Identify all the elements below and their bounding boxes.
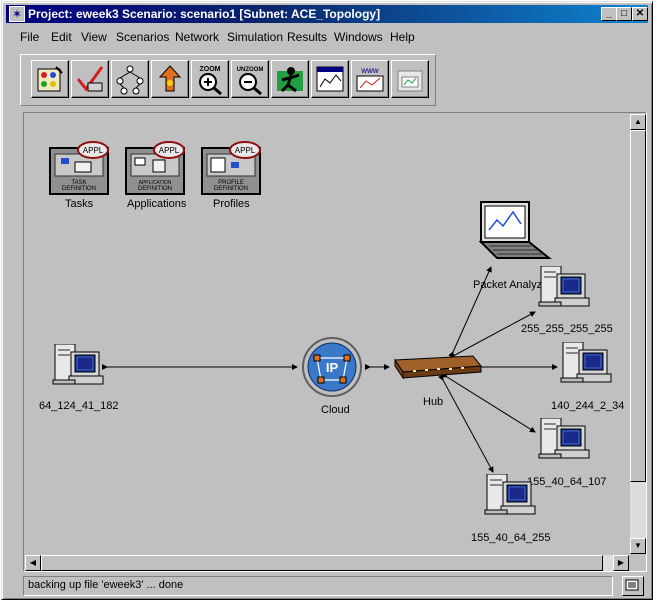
run-simulation-icon <box>277 67 303 93</box>
tasks-label: Tasks <box>65 198 94 210</box>
profile-badge: APPL <box>235 146 256 155</box>
application-caption2: DEFINITION <box>138 186 172 192</box>
ip-cloud-node[interactable]: IP <box>299 336 365 401</box>
packet-analyzer-node[interactable] <box>473 200 553 265</box>
return-parent-button[interactable] <box>151 60 189 98</box>
unzoom-button[interactable]: UNZOOM <box>231 60 269 98</box>
host-label: 155_40_64_255 <box>471 532 551 544</box>
menu-scenarios[interactable]: Scenarios <box>116 30 169 44</box>
menu-edit[interactable]: Edit <box>51 30 72 44</box>
menu-windows[interactable]: Windows <box>334 30 383 44</box>
status-message: backing up file 'eweek3' ... done <box>28 579 184 591</box>
scroll-left-button[interactable]: ◀ <box>25 555 41 571</box>
scroll-down-button[interactable]: ▼ <box>630 538 646 554</box>
laptop-icon <box>478 201 552 259</box>
menu-results[interactable]: Results <box>287 30 327 44</box>
menu-bar: File Edit View Scenarios Network Simulat… <box>6 26 646 46</box>
host-255-255-255-255[interactable] <box>537 265 593 311</box>
svg-text:www: www <box>360 66 379 75</box>
menu-simulation[interactable]: Simulation <box>227 30 283 44</box>
vertical-scroll-thumb[interactable] <box>630 130 646 482</box>
horizontal-scroll-thumb[interactable] <box>41 555 603 571</box>
unzoom-icon: UNZOOM <box>237 67 264 95</box>
check-links-icon <box>76 66 104 92</box>
run-simulation-button[interactable] <box>271 60 309 98</box>
host-label: 255_255_255_255 <box>521 323 613 335</box>
fail-recover-button[interactable] <box>111 60 149 98</box>
return-parent-icon <box>158 65 182 92</box>
check-links-button[interactable] <box>71 60 109 98</box>
profile-definition-icon: APPL PROFILE DEFINITION <box>201 141 261 195</box>
application-config-node[interactable]: APPL APPLICATION DEFINITION <box>125 140 187 199</box>
menu-file[interactable]: File <box>20 30 39 44</box>
menu-help[interactable]: Help <box>390 30 415 44</box>
host-64-124-41-182[interactable] <box>51 343 107 389</box>
status-bar: backing up file 'eweek3' ... done <box>23 576 613 596</box>
task-badge: APPL <box>83 146 104 155</box>
application-definition-icon: APPL APPLICATION DEFINITION <box>125 141 185 195</box>
workstation-icon <box>52 343 104 385</box>
host-155-40-64-107[interactable] <box>537 417 593 463</box>
object-palette-icon <box>37 66 63 92</box>
host-label: 64_124_41_182 <box>39 400 119 412</box>
hub-icon <box>394 355 482 380</box>
message-log-button[interactable] <box>622 576 644 596</box>
view-results-button[interactable] <box>311 60 349 98</box>
link-hub-host5[interactable] <box>437 374 494 473</box>
hub-node[interactable] <box>389 352 483 385</box>
task-config-node[interactable]: APPL TASK DEFINITION <box>49 140 111 199</box>
minimize-button[interactable]: _ <box>601 7 617 21</box>
ip-cloud-icon: IP <box>302 337 362 397</box>
profiles-label: Profiles <box>213 198 250 210</box>
unzoom-text: UNZOOM <box>237 67 264 73</box>
toolbar: ZOOM UNZOOM www <box>20 54 436 106</box>
link-hub-host4[interactable] <box>441 371 536 433</box>
zoom-in-icon: ZOOM <box>199 66 222 95</box>
workstation-icon <box>484 473 536 515</box>
task-definition-icon: APPL TASK DEFINITION <box>49 141 109 195</box>
view-results-icon <box>316 66 344 92</box>
window-title: Project: eweek3 Scenario: scenario1 [Sub… <box>28 7 381 21</box>
hide-graphs-button[interactable] <box>391 60 429 98</box>
cloud-label: Cloud <box>321 404 350 416</box>
workstation-icon <box>538 265 590 307</box>
message-log-icon <box>625 579 639 591</box>
menu-network[interactable]: Network <box>175 30 219 44</box>
maximize-button[interactable]: □ <box>616 7 632 21</box>
profile-caption2: DEFINITION <box>214 186 248 192</box>
task-caption2: DEFINITION <box>62 186 96 192</box>
menu-view[interactable]: View <box>81 30 107 44</box>
app-icon[interactable]: ✶ <box>9 6 25 22</box>
title-bar[interactable]: ✶ Project: eweek3 Scenario: scenario1 [S… <box>6 5 648 23</box>
application-badge: APPL <box>159 146 180 155</box>
hub-label: Hub <box>423 396 444 408</box>
applications-label: Applications <box>127 198 187 210</box>
close-button[interactable]: ✕ <box>632 7 648 21</box>
host-155-40-64-255[interactable] <box>483 473 539 519</box>
fail-recover-icon <box>116 65 144 95</box>
web-report-button[interactable]: www <box>351 60 389 98</box>
network-canvas[interactable]: APPL TASK DEFINITION Tasks APPL APPLICAT… <box>25 114 629 554</box>
profile-config-node[interactable]: APPL PROFILE DEFINITION <box>201 140 263 199</box>
zoom-text: ZOOM <box>200 66 221 73</box>
host-140-244-2-34[interactable] <box>559 341 615 387</box>
workstation-icon <box>538 417 590 459</box>
scroll-up-button[interactable]: ▲ <box>630 114 646 130</box>
host-label: 140_244_2_34 <box>551 400 625 412</box>
scroll-right-button[interactable]: ▶ <box>613 555 629 571</box>
hide-graphs-icon <box>397 70 423 92</box>
project-workspace: APPL TASK DEFINITION Tasks APPL APPLICAT… <box>23 112 647 572</box>
zoom-button[interactable]: ZOOM <box>191 60 229 98</box>
object-palette-button[interactable] <box>31 60 69 98</box>
horizontal-scrollbar[interactable]: ◀ ▶ <box>25 555 629 571</box>
application-window: ✶ Project: eweek3 Scenario: scenario1 [S… <box>1 1 653 600</box>
workstation-icon <box>560 341 612 383</box>
cloud-badge: IP <box>326 360 339 375</box>
web-report-icon: www <box>356 66 384 92</box>
vertical-scrollbar[interactable]: ▲ ▼ <box>630 114 646 554</box>
